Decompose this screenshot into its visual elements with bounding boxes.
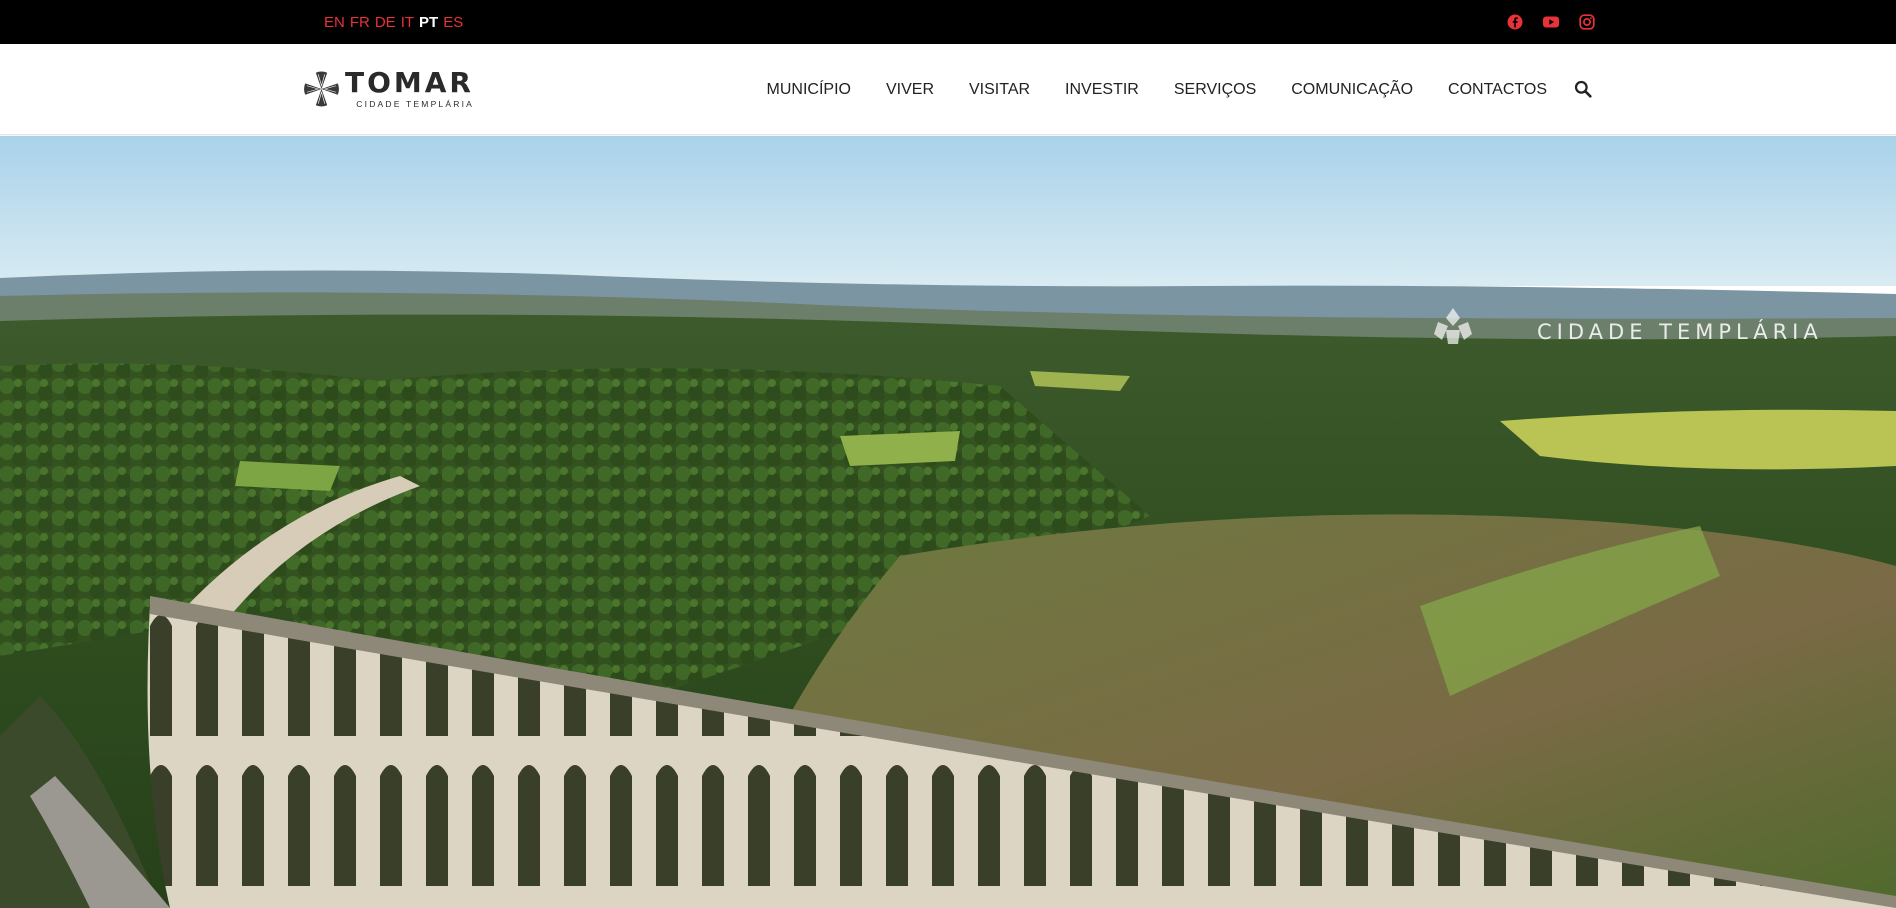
language-switcher: EN FR DE IT PT ES: [324, 0, 463, 44]
nav-comunicacao[interactable]: COMUNICAÇÃO: [1291, 81, 1413, 99]
lang-es[interactable]: ES: [443, 14, 463, 31]
youtube-icon[interactable]: [1543, 14, 1559, 30]
facebook-icon[interactable]: [1507, 14, 1523, 30]
watermark-subtitle: CIDADE TEMPLÁRIA: [1537, 320, 1823, 344]
main-nav: MUNICÍPIO VIVER VISITAR INVESTIR SERVIÇO…: [767, 44, 1547, 135]
social-links: [1507, 0, 1595, 44]
lang-fr[interactable]: FR: [350, 14, 370, 31]
lang-it[interactable]: IT: [401, 14, 414, 31]
nav-visitar[interactable]: VISITAR: [969, 81, 1030, 99]
nav-viver[interactable]: VIVER: [886, 81, 934, 99]
search-icon[interactable]: [1574, 80, 1592, 98]
nav-contactos[interactable]: CONTACTOS: [1448, 81, 1547, 99]
lang-de[interactable]: DE: [375, 14, 396, 31]
watermark-emblem-icon: [1434, 308, 1472, 344]
nav-servicos[interactable]: SERVIÇOS: [1174, 81, 1256, 99]
logo-subtitle: CIDADE TEMPLÁRIA: [356, 98, 474, 109]
nav-investir[interactable]: INVESTIR: [1065, 81, 1139, 99]
site-logo[interactable]: TOMAR CIDADE TEMPLÁRIA: [302, 64, 474, 114]
lang-en[interactable]: EN: [324, 14, 345, 31]
logo-title: TOMAR: [345, 65, 474, 99]
top-bar: EN FR DE IT PT ES: [0, 0, 1896, 44]
hero-video: CIDADE TEMPLÁRIA: [0, 136, 1896, 908]
templar-cross-icon: [304, 71, 339, 107]
aqueduct-landscape-image: [0, 136, 1896, 908]
lang-pt[interactable]: PT: [419, 14, 438, 31]
main-header: TOMAR CIDADE TEMPLÁRIA MUNICÍPIO VIVER V…: [0, 44, 1896, 135]
instagram-icon[interactable]: [1579, 14, 1595, 30]
nav-municipio[interactable]: MUNICÍPIO: [767, 81, 851, 99]
